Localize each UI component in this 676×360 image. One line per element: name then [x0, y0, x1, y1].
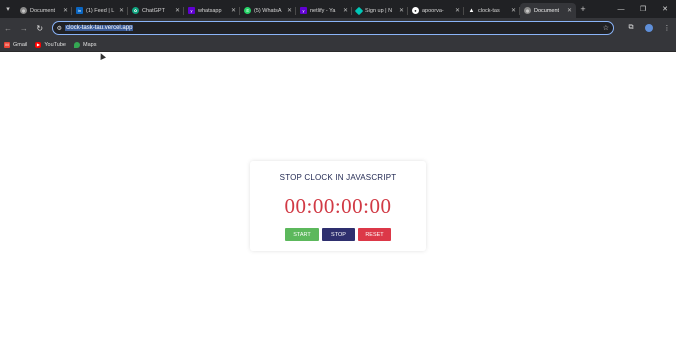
- bookmark-gmail[interactable]: M Gmail: [4, 41, 28, 48]
- globe-icon: ◍: [20, 7, 27, 14]
- bookmark-youtube[interactable]: ▶ YouTube: [35, 41, 66, 48]
- tab-title: (5) WhatsA: [254, 7, 282, 14]
- netlify-icon: [354, 6, 364, 15]
- bookmark-label: Maps: [83, 41, 97, 48]
- tab-whatsapp[interactable]: ✆ (5) WhatsA ✕: [240, 3, 296, 18]
- address-bar[interactable]: ⚙ clock-task-tau.vercel.app ☆: [51, 21, 614, 35]
- tab-vercel[interactable]: ▲ clock-tas ✕: [464, 3, 520, 18]
- tab-document-1[interactable]: ◍ Document ✕: [16, 3, 72, 18]
- linkedin-icon: in: [76, 7, 83, 14]
- tab-github[interactable]: ● apoorva- ✕: [408, 3, 464, 18]
- github-icon: ●: [412, 7, 419, 14]
- whatsapp-icon: ✆: [244, 7, 251, 14]
- menu-icon[interactable]: ⋮: [658, 24, 676, 32]
- globe-icon: ◍: [524, 7, 531, 14]
- maps-icon: [74, 41, 80, 48]
- tab-yahoo-whatsapp[interactable]: y whatsapp ✕: [184, 3, 240, 18]
- window-controls: — ❐ ✕: [610, 0, 676, 18]
- start-button[interactable]: START: [285, 228, 319, 241]
- close-icon[interactable]: ✕: [175, 7, 180, 14]
- close-icon[interactable]: ✕: [511, 7, 516, 14]
- bookmark-label: Gmail: [13, 41, 28, 48]
- close-icon[interactable]: ✕: [567, 7, 572, 14]
- vercel-icon: ▲: [468, 7, 475, 14]
- close-icon[interactable]: ✕: [455, 7, 460, 14]
- tab-chatgpt[interactable]: ✿ ChatGPT ✕: [128, 3, 184, 18]
- tab-yahoo-netlify[interactable]: y netlify - Ya ✕: [296, 3, 352, 18]
- tab-linkedin[interactable]: in (1) Feed | L ✕: [72, 3, 128, 18]
- youtube-icon: ▶: [35, 41, 42, 48]
- chatgpt-icon: ✿: [132, 7, 139, 14]
- tab-title: (1) Feed | L: [86, 7, 115, 14]
- tab-title: clock-tas: [478, 7, 500, 14]
- stop-button[interactable]: STOP: [322, 228, 355, 241]
- profile-avatar[interactable]: [644, 24, 653, 32]
- tab-title: whatsapp: [198, 7, 222, 14]
- bookmark-label: YouTube: [44, 41, 66, 48]
- tab-title: netlify - Ya: [310, 7, 336, 14]
- tab-strip: ◍ Document ✕ in (1) Feed | L ✕ ✿ ChatGPT…: [16, 0, 576, 18]
- tab-bar: ▾ ◍ Document ✕ in (1) Feed | L ✕ ✿ ChatG…: [0, 0, 676, 18]
- clock-display: 00:00:00:00: [284, 194, 392, 218]
- reload-icon[interactable]: ↻: [32, 18, 48, 38]
- forward-icon[interactable]: →: [16, 18, 32, 38]
- tab-title: Document: [30, 7, 56, 14]
- toolbar-actions: ⧉ ⋮: [622, 24, 676, 32]
- url-text[interactable]: clock-task-tau.vercel.app: [65, 25, 134, 31]
- reset-button[interactable]: RESET: [358, 228, 391, 241]
- tab-title: ChatGPT: [142, 7, 165, 14]
- minimize-icon[interactable]: —: [610, 0, 632, 18]
- bookmark-maps[interactable]: Maps: [74, 41, 97, 48]
- site-settings-icon[interactable]: ⚙: [57, 25, 62, 32]
- tab-title: apoorva-: [422, 7, 444, 14]
- close-icon[interactable]: ✕: [399, 7, 404, 14]
- tab-title: Document: [534, 7, 560, 14]
- tab-search-icon[interactable]: ▾: [0, 0, 16, 18]
- close-icon[interactable]: ✕: [287, 7, 292, 14]
- close-icon[interactable]: ✕: [231, 7, 236, 14]
- restore-icon[interactable]: ❐: [632, 0, 654, 18]
- page-content: STOP CLOCK IN JAVASCRIPT 00:00:00:00 STA…: [0, 53, 676, 360]
- button-group: START STOP RESET: [250, 228, 426, 241]
- extensions-icon[interactable]: ⧉: [622, 24, 640, 32]
- close-window-icon[interactable]: ✕: [654, 0, 676, 18]
- yahoo-icon: y: [300, 7, 307, 14]
- stopwatch-card: STOP CLOCK IN JAVASCRIPT 00:00:00:00 STA…: [250, 161, 426, 251]
- back-icon[interactable]: ←: [0, 18, 16, 38]
- tab-netlify-signup[interactable]: Sign up | N ✕: [352, 3, 408, 18]
- close-icon[interactable]: ✕: [343, 7, 348, 14]
- close-icon[interactable]: ✕: [63, 7, 68, 14]
- tab-title: Sign up | N: [365, 7, 393, 14]
- yahoo-icon: y: [188, 7, 195, 14]
- gmail-icon: M: [4, 41, 10, 48]
- close-icon[interactable]: ✕: [119, 7, 124, 14]
- bookmark-star-icon[interactable]: ☆: [603, 24, 609, 32]
- bookmarks-bar: M Gmail ▶ YouTube Maps: [0, 38, 676, 52]
- page-title: STOP CLOCK IN JAVASCRIPT: [279, 173, 397, 182]
- tab-document-active[interactable]: ◍ Document ✕: [520, 3, 576, 18]
- browser-toolbar: ← → ↻ ⚙ clock-task-tau.vercel.app ☆ ⧉ ⋮: [0, 18, 676, 38]
- new-tab-icon[interactable]: +: [576, 0, 590, 18]
